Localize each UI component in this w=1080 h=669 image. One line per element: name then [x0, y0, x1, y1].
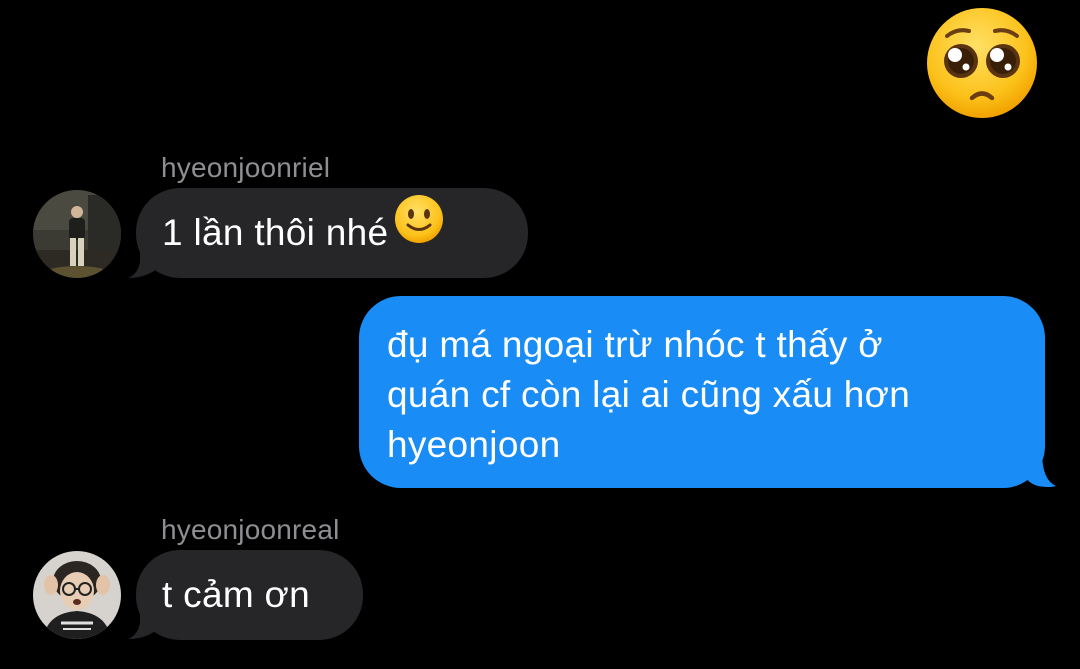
sender-name-hyeonjoonriel: hyeonjoonriel	[161, 152, 331, 183]
pleading-face-emoji-icon	[925, 6, 1039, 120]
avatar-hyeonjoonriel[interactable]	[33, 190, 121, 278]
incoming-message-bubble[interactable]: t cảm ơn	[136, 550, 363, 640]
slightly-smiling-face-icon	[394, 187, 444, 277]
avatar-hyeonjoonreal[interactable]	[33, 551, 121, 639]
outgoing-message-bubble[interactable]: đụ má ngoại trừ nhóc t thấy ở quán cf cò…	[359, 296, 1045, 488]
message-text: t cảm ơn	[162, 574, 310, 615]
incoming-message-bubble[interactable]: 1 lần thôi nhé	[136, 188, 528, 278]
sender-name-hyeonjoonreal: hyeonjoonreal	[161, 514, 340, 545]
message-text: 1 lần thôi nhé	[162, 212, 389, 253]
